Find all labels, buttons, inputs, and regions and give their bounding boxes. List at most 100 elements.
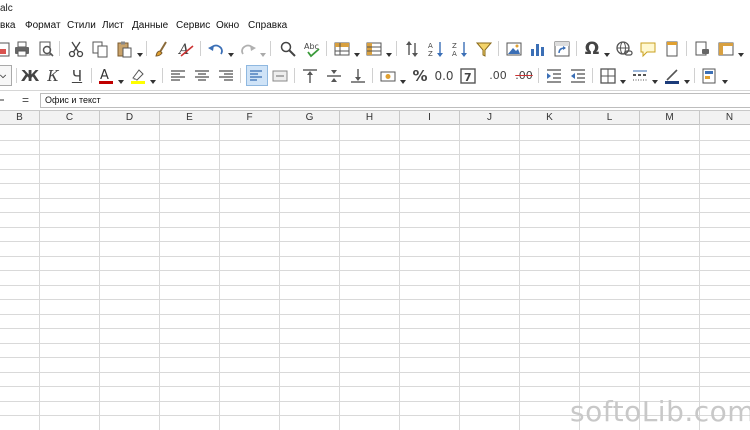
- font-color-dropdown-icon[interactable]: [118, 72, 124, 84]
- sort-icon[interactable]: [402, 38, 422, 59]
- delete-decimal-place-button[interactable]: .00: [512, 65, 536, 86]
- column-header-e[interactable]: E: [160, 111, 220, 125]
- delete-decimal-icon: .00: [515, 69, 533, 82]
- menu-insert[interactable]: вка: [0, 20, 15, 31]
- highlight-color-button[interactable]: [128, 65, 148, 86]
- paste-dropdown-icon[interactable]: [137, 45, 143, 57]
- undo-icon[interactable]: [206, 38, 226, 59]
- increase-indent-icon[interactable]: [544, 65, 564, 86]
- column-header-d[interactable]: D: [100, 111, 160, 125]
- formula-equals-button[interactable]: =: [22, 93, 29, 107]
- column-header-n[interactable]: N: [700, 111, 750, 125]
- center-vertically-icon[interactable]: [324, 65, 344, 86]
- menu-window[interactable]: Окно: [216, 20, 239, 31]
- percent-format-button[interactable]: %: [410, 65, 430, 86]
- menu-tools[interactable]: Сервис: [176, 20, 210, 31]
- add-decimal-place-button[interactable]: .00: [486, 65, 510, 86]
- column-dropdown-icon[interactable]: [386, 45, 392, 57]
- align-left-icon[interactable]: [168, 65, 188, 86]
- column-header-i[interactable]: I: [400, 111, 460, 125]
- freeze-dropdown-icon[interactable]: [738, 45, 744, 57]
- column-icon[interactable]: [364, 38, 384, 59]
- insert-image-icon[interactable]: [504, 38, 524, 59]
- freeze-rows-columns-icon[interactable]: [716, 38, 736, 59]
- formula-input[interactable]: Офис и текст: [40, 93, 750, 108]
- grid-row-line: [0, 227, 750, 228]
- menu-styles[interactable]: Стили: [67, 20, 96, 31]
- menu-help[interactable]: Справка: [248, 20, 287, 31]
- conditional-format-icon[interactable]: [700, 65, 720, 86]
- menu-data[interactable]: Данные: [132, 20, 168, 31]
- row-dropdown-icon[interactable]: [354, 45, 360, 57]
- undo-dropdown-icon[interactable]: [228, 45, 234, 57]
- decrease-indent-icon[interactable]: [568, 65, 588, 86]
- bold-button[interactable]: Ж: [20, 65, 40, 86]
- copy-icon[interactable]: [90, 38, 110, 59]
- wrap-text-icon[interactable]: [246, 65, 268, 86]
- menu-format[interactable]: Формат: [25, 20, 61, 31]
- borders-icon[interactable]: [598, 65, 618, 86]
- grid-row-line: [0, 256, 750, 257]
- column-header-f[interactable]: F: [220, 111, 280, 125]
- currency-format-icon[interactable]: [378, 65, 398, 86]
- underline-button[interactable]: Ч: [67, 65, 87, 86]
- function-wizard-icon[interactable]: [0, 94, 6, 106]
- redo-icon[interactable]: [238, 38, 258, 59]
- column-header-k[interactable]: K: [520, 111, 580, 125]
- align-bottom-icon[interactable]: [348, 65, 368, 86]
- column-header-l[interactable]: L: [580, 111, 640, 125]
- cell-grid[interactable]: [0, 125, 750, 430]
- autofilter-icon[interactable]: [474, 38, 494, 59]
- date-format-icon[interactable]: 7: [458, 65, 478, 86]
- highlight-color-dropdown-icon[interactable]: [150, 72, 156, 84]
- hyperlink-icon[interactable]: [614, 38, 634, 59]
- column-header-c[interactable]: C: [40, 111, 100, 125]
- paste-icon[interactable]: [114, 38, 134, 59]
- headers-footers-icon[interactable]: [662, 38, 682, 59]
- spelling-icon[interactable]: Abc: [302, 38, 322, 59]
- toolbar-separator: [162, 68, 163, 83]
- conditional-format-dropdown-icon[interactable]: [722, 72, 728, 84]
- toolbar-separator: [372, 68, 373, 83]
- font-color-button[interactable]: A: [96, 65, 116, 86]
- borders-dropdown-icon[interactable]: [620, 72, 626, 84]
- border-style-icon[interactable]: [630, 65, 650, 86]
- border-color-icon[interactable]: [662, 65, 682, 86]
- define-print-area-icon[interactable]: [692, 38, 712, 59]
- toolbar-separator: [576, 41, 577, 56]
- number-format-icon: 0.0: [434, 68, 454, 83]
- toolbar-separator: [686, 41, 687, 56]
- align-center-icon[interactable]: [192, 65, 212, 86]
- column-header-b[interactable]: B: [0, 111, 40, 125]
- row-icon[interactable]: [332, 38, 352, 59]
- print-preview-icon[interactable]: [36, 38, 56, 59]
- print-icon[interactable]: [12, 38, 32, 59]
- menu-sheet[interactable]: Лист: [102, 20, 124, 31]
- currency-dropdown-icon[interactable]: [400, 72, 406, 84]
- find-replace-icon[interactable]: [278, 38, 298, 59]
- border-style-dropdown-icon[interactable]: [652, 72, 658, 84]
- pivot-table-icon[interactable]: [552, 38, 572, 59]
- merge-center-icon[interactable]: [270, 65, 290, 86]
- align-right-icon[interactable]: [216, 65, 236, 86]
- column-header-m[interactable]: M: [640, 111, 700, 125]
- clear-formatting-icon[interactable]: A: [176, 38, 196, 59]
- cut-icon[interactable]: [66, 38, 86, 59]
- special-character-icon[interactable]: Ω: [582, 38, 602, 59]
- comment-icon[interactable]: [638, 38, 658, 59]
- sort-descending-icon[interactable]: ZA: [450, 38, 470, 59]
- italic-button[interactable]: К: [43, 65, 63, 86]
- column-header-g[interactable]: G: [280, 111, 340, 125]
- special-character-dropdown-icon[interactable]: [604, 45, 610, 57]
- toolbar-separator: [146, 41, 147, 56]
- font-size-dropdown[interactable]: [0, 65, 12, 86]
- column-header-j[interactable]: J: [460, 111, 520, 125]
- clone-formatting-icon[interactable]: [152, 38, 172, 59]
- align-top-icon[interactable]: [300, 65, 320, 86]
- number-format-button[interactable]: 0.0: [434, 65, 454, 86]
- redo-dropdown-icon[interactable]: [260, 45, 266, 57]
- column-header-h[interactable]: H: [340, 111, 400, 125]
- sort-ascending-icon[interactable]: AZ: [426, 38, 446, 59]
- border-color-dropdown-icon[interactable]: [684, 72, 690, 84]
- insert-chart-icon[interactable]: [528, 38, 548, 59]
